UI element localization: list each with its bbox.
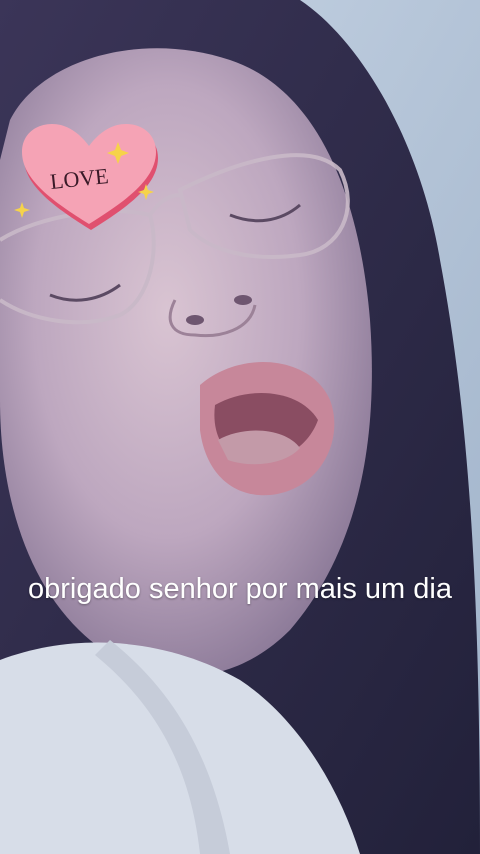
video-frame[interactable]: LOVE obrigado senhor por mais um dia xyxy=(0,0,480,854)
video-caption: obrigado senhor por mais um dia xyxy=(28,573,452,605)
heart-sticker-icon: LOVE xyxy=(14,124,158,230)
